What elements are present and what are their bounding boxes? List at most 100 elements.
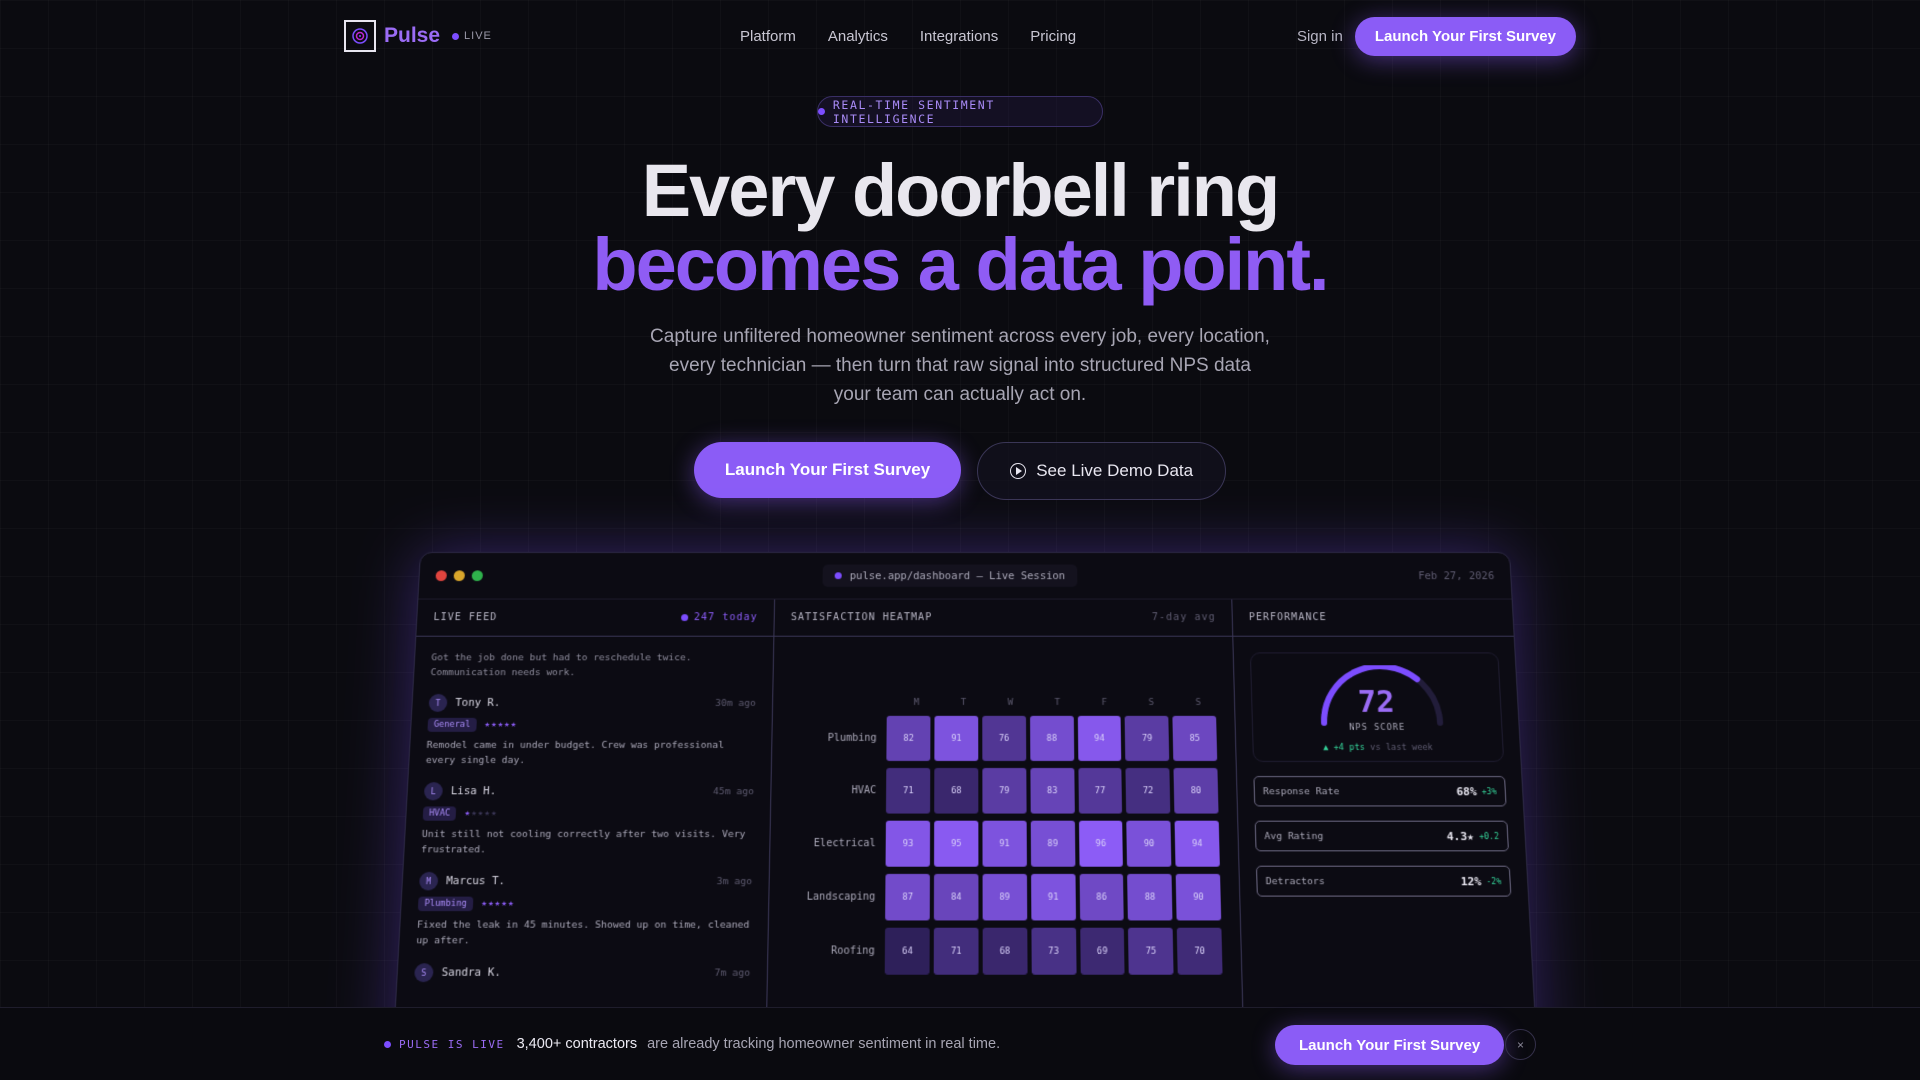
reviewer-name: Lisa H. [451,785,497,797]
heatmap-cell[interactable]: 73 [1031,928,1076,975]
heatmap-cell[interactable]: 90 [1127,821,1172,867]
banner-live-label: PULSE IS LIVE [399,1038,505,1051]
heatmap-cell[interactable]: 77 [1078,768,1122,814]
nav-link-integrations[interactable]: Integrations [920,28,998,45]
nps-gauge-card: 72 NPS SCORE ▲ +4 pts vs last week [1250,652,1504,762]
heatmap-cell[interactable]: 75 [1128,928,1173,975]
heatmap-cell[interactable]: 79 [982,768,1026,814]
heatmap-cell[interactable]: 91 [982,821,1026,867]
see-demo-button[interactable]: See Live Demo Data [977,442,1226,500]
url-dot-icon [835,572,842,579]
heatmap-cell[interactable]: 89 [1030,821,1074,867]
banner-highlight: 3,400+ contractors [517,1036,638,1052]
metric-label: Avg Rating [1264,830,1323,841]
bottom-banner: PULSE IS LIVE 3,400+ contractors are alr… [0,1007,1920,1080]
avatar: T [428,694,447,712]
heatmap-cell[interactable]: 89 [982,874,1026,921]
heatmap-cell[interactable]: 71 [934,928,979,975]
heatmap-cell[interactable]: 88 [1128,874,1173,921]
sign-in-link[interactable]: Sign in [1297,28,1343,45]
heatmap-cell[interactable]: 82 [887,716,931,761]
nav-links: Platform Analytics Integrations Pricing [740,28,1076,45]
heatmap-cell[interactable]: 87 [885,874,930,921]
nps-delta-value: ▲ +4 pts [1323,743,1365,753]
nav-link-pricing[interactable]: Pricing [1030,28,1076,45]
metric-row: Response Rate 68% +3% [1253,776,1506,806]
feed-item-time: 3m ago [717,875,753,886]
heatmap-cell[interactable]: 88 [1030,716,1074,761]
dashboard-window: pulse.app/dashboard — Live Session Feb 2… [391,552,1539,1080]
reviewer-name: Sandra K. [441,966,501,979]
heatmap-cell[interactable]: 68 [934,768,978,814]
see-demo-label: See Live Demo Data [1036,461,1193,481]
feed-item-time: 7m ago [714,967,750,979]
nav-link-analytics[interactable]: Analytics [828,28,888,45]
heatmap-day-label: T [1036,698,1079,708]
heatmap-cell[interactable]: 94 [1175,821,1220,867]
heatmap-row-label: Plumbing [803,733,887,744]
brand-logo[interactable]: Pulse LIVE [344,20,492,52]
url-bar: pulse.app/dashboard — Live Session [822,565,1077,587]
heatmap-cell[interactable]: 76 [982,716,1026,761]
heatmap-cell[interactable]: 93 [886,821,930,867]
nav-launch-survey-button[interactable]: Launch Your First Survey [1355,17,1576,56]
heatmap-cell[interactable]: 84 [934,874,978,921]
feed-item-header: M Marcus T. 3m ago [419,872,752,891]
feed-item-header: L Lisa H. 45m ago [424,782,754,800]
metric-change: -2% [1486,877,1501,886]
launch-survey-button[interactable]: Launch Your First Survey [694,442,961,498]
heatmap-header: SATISFACTION HEATMAP 7-day avg [774,600,1232,637]
feed-item: M Marcus T. 3m ago Plumbing ★★★★★ Fixed the l… [399,857,769,948]
feed-note: Got the job done but had to reschedule t… [414,637,773,680]
metrics-list: Response Rate 68% +3% Avg Rating 4.3★ +0.2 Det… [1237,776,1528,897]
heatmap-cell[interactable]: 83 [1030,768,1074,814]
heatmap-cell[interactable]: 91 [1031,874,1076,921]
heatmap-cell[interactable]: 86 [1079,874,1124,921]
maximize-dot-icon [472,570,484,581]
heatmap-cell[interactable]: 70 [1177,928,1223,975]
dashboard-preview: pulse.app/dashboard — Live Session Feb 2… [400,552,1530,1012]
heatmap-cell[interactable]: 85 [1173,716,1218,761]
headline-line-2: becomes a data point. [0,222,1920,307]
live-label: LIVE [464,30,492,42]
window-titlebar: pulse.app/dashboard — Live Session Feb 2… [418,553,1511,600]
brand-name: Pulse [384,24,440,48]
hero-subtitle: Capture unfiltered homeowner sentiment a… [650,322,1270,409]
metric-value: 68% [1456,785,1477,798]
heatmap-row-label: Roofing [799,945,885,956]
heatmap-day-label: S [1130,698,1173,708]
hero-badge-label: REAL-TIME SENTIMENT INTELLIGENCE [833,98,1102,126]
heatmap-cell[interactable]: 95 [934,821,978,867]
banner-launch-survey-button[interactable]: Launch Your First Survey [1275,1025,1504,1065]
heatmap-cell[interactable]: 91 [934,716,978,761]
heatmap-cell[interactable]: 72 [1126,768,1171,814]
feed-count-label: 247 today [694,612,758,623]
feed-item-meta: HVAC ★★★★★ [423,806,754,820]
heatmap-cell[interactable]: 68 [983,928,1028,975]
feed-item: T Tony R. 30m ago General ★★★★★ Remodel came … [409,680,772,768]
heatmap-cell[interactable]: 94 [1077,716,1121,761]
heatmap-day-label: S [1177,698,1220,708]
minimize-dot-icon [453,570,465,581]
heatmap-day-label: W [989,698,1032,708]
heatmap-cell[interactable]: 71 [886,768,930,814]
heatmap-cell[interactable]: 80 [1174,768,1219,814]
heatmap-period: 7-day avg [1152,612,1216,623]
nav-link-platform[interactable]: Platform [740,28,796,45]
nav-actions: Sign in Launch Your First Survey [1297,17,1576,56]
reviewer-name: Marcus T. [446,875,505,887]
avatar: M [419,872,439,891]
avatar: S [414,963,434,982]
heatmap-day-labels: MTWTFSS [895,698,1220,708]
heatmap-row-label: Landscaping [800,891,885,902]
heatmap-row-label: Electrical [801,838,886,849]
heatmap-cell[interactable]: 64 [885,928,930,975]
metric-row: Avg Rating 4.3★ +0.2 [1255,821,1509,852]
heatmap-row: Landscaping 87 84 89 91 86 88 90 [800,874,1225,921]
heatmap-cell[interactable]: 96 [1079,821,1124,867]
heatmap-cell[interactable]: 90 [1176,874,1221,921]
heatmap-cell[interactable]: 69 [1080,928,1125,975]
heatmap-cell[interactable]: 79 [1125,716,1169,761]
feed-item-header: T Tony R. 30m ago [428,694,756,712]
close-icon[interactable]: × [1505,1029,1536,1060]
